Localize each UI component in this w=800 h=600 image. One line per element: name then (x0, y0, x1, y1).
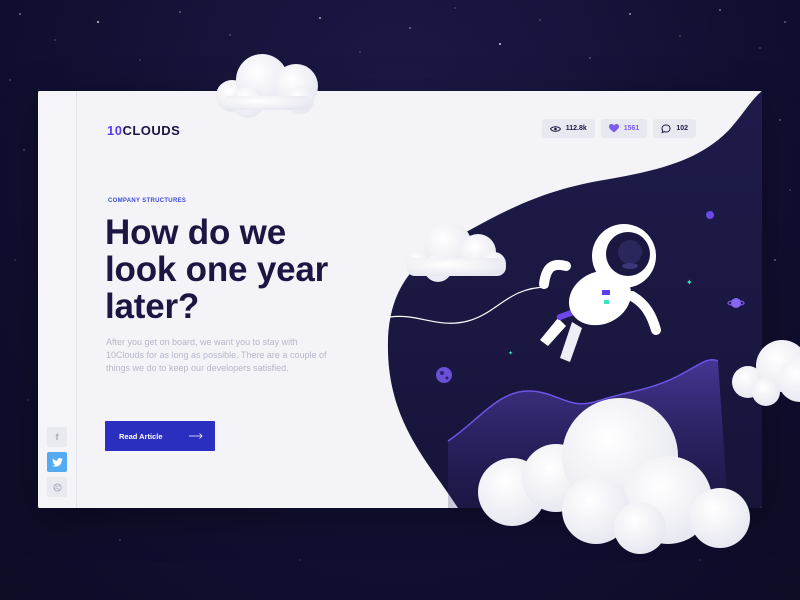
comment-icon (661, 123, 671, 133)
article-headline: How do we look one year later? (105, 213, 329, 326)
comments-stat[interactable]: 102 (653, 119, 696, 138)
heart-icon (608, 124, 619, 133)
comments-count: 102 (676, 125, 688, 132)
article-category[interactable]: COMPANY STRUCTURES (108, 198, 186, 204)
twitter-icon (51, 457, 63, 467)
facebook-share-button[interactable]: f (47, 427, 67, 447)
logo-text: CLOUDS (122, 123, 181, 138)
views-stat[interactable]: 112.8k (541, 119, 595, 138)
read-article-button[interactable]: Read Article (105, 421, 215, 451)
article-stats: 112.8k 1561 102 (541, 119, 696, 138)
svg-text:✦: ✦ (508, 350, 513, 357)
svg-text:✦: ✦ (686, 278, 693, 287)
facebook-icon: f (55, 432, 59, 442)
views-count: 112.8k (565, 125, 587, 132)
eye-icon (549, 125, 561, 132)
brand-logo[interactable]: 10 CLOUDS (107, 123, 180, 138)
dribbble-share-button[interactable] (47, 477, 67, 497)
logo-mark: 10 (107, 123, 123, 138)
arrow-right-icon (189, 433, 203, 439)
article-card: ✦ ✦ f 10 CLOUDS 112.8k 1561 102 COMPANY … (38, 91, 762, 508)
share-rail: f (38, 91, 77, 508)
likes-stat[interactable]: 1561 (600, 119, 648, 138)
read-article-label: Read Article (119, 431, 163, 441)
twitter-share-button[interactable] (47, 452, 67, 472)
likes-count: 1561 (623, 125, 640, 132)
article-lead: After you get on board, we want you to s… (106, 337, 327, 373)
dribbble-icon (52, 482, 62, 492)
